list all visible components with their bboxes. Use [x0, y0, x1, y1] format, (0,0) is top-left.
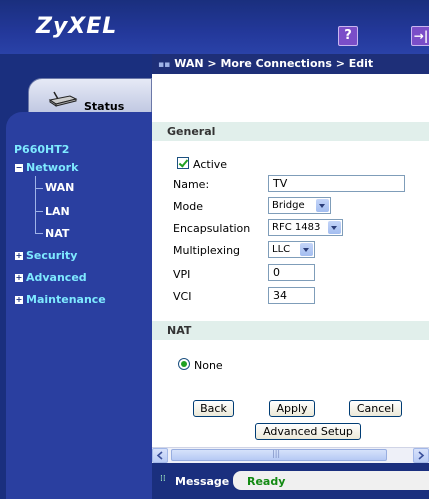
chevron-down-icon[interactable]	[328, 221, 341, 234]
vpi-label: VPI	[173, 268, 191, 281]
cancel-button[interactable]: Cancel	[349, 400, 402, 417]
logout-icon[interactable]: →|	[411, 26, 429, 46]
mode-select[interactable]: Bridge	[268, 197, 331, 214]
mode-label: Mode	[173, 200, 203, 213]
router-icon	[48, 91, 78, 107]
nat-none-label: None	[194, 359, 223, 372]
active-label: Active	[193, 158, 228, 171]
active-checkbox[interactable]	[177, 157, 189, 169]
nav-item-wan[interactable]: WAN	[45, 181, 74, 194]
back-button[interactable]: Back	[193, 400, 234, 417]
help-icon[interactable]: ?	[338, 26, 358, 46]
encapsulation-select-value: RFC 1483	[272, 222, 321, 233]
nat-none-radio[interactable]	[178, 358, 190, 370]
message-text: Ready	[247, 475, 286, 488]
scroll-right-button[interactable]	[413, 448, 429, 463]
nav-item-advanced[interactable]: + Advanced	[15, 271, 87, 284]
breadcrumb-text: WAN > More Connections > Edit	[174, 57, 374, 70]
collapse-icon[interactable]: −	[15, 164, 23, 172]
message-label: Message	[175, 475, 230, 488]
vpi-field[interactable]: 0	[268, 264, 315, 281]
chevron-left-icon	[156, 451, 163, 460]
message-icon: ⁞⁞	[160, 474, 166, 484]
multiplexing-select[interactable]: LLC	[268, 241, 315, 258]
multiplexing-label: Multiplexing	[173, 244, 241, 257]
nav-item-label: Security	[26, 249, 78, 262]
scroll-thumb[interactable]: |||	[171, 449, 387, 461]
tree-line	[35, 211, 43, 212]
chevron-down-icon[interactable]	[316, 199, 329, 212]
breadcrumb: ▪▪ WAN > More Connections > Edit	[158, 57, 373, 70]
section-general-header: General	[152, 122, 429, 141]
breadcrumb-icon: ▪▪	[158, 60, 171, 70]
expand-icon[interactable]: +	[15, 252, 23, 260]
advanced-setup-button[interactable]: Advanced Setup	[255, 423, 361, 440]
chevron-right-icon	[418, 451, 425, 460]
tree-line	[35, 233, 43, 234]
nav-item-network[interactable]: − Network	[15, 161, 78, 174]
encapsulation-label: Encapsulation	[173, 222, 251, 235]
nav-item-label: Maintenance	[26, 293, 106, 306]
tree-line	[35, 176, 36, 234]
device-name: P660HT2	[14, 143, 70, 156]
scroll-left-button[interactable]	[152, 448, 168, 463]
encapsulation-select[interactable]: RFC 1483	[268, 219, 343, 236]
nav-item-lan[interactable]: LAN	[45, 205, 70, 218]
expand-icon[interactable]: +	[15, 296, 23, 304]
vci-label: VCI	[173, 290, 192, 303]
nav-item-label: Advanced	[26, 271, 87, 284]
zyxel-logo: ZyXEL	[36, 14, 118, 39]
name-field[interactable]: TV	[268, 175, 405, 192]
nav-item-label: Network	[26, 161, 79, 174]
vci-field[interactable]: 34	[268, 287, 315, 304]
chevron-down-icon[interactable]	[300, 243, 313, 256]
scroll-grip-icon: |||	[272, 449, 281, 458]
nav-item-nat[interactable]: NAT	[45, 227, 69, 240]
apply-button[interactable]: Apply	[269, 400, 315, 417]
expand-icon[interactable]: +	[15, 274, 23, 282]
mode-select-value: Bridge	[272, 200, 305, 211]
section-nat-header: NAT	[152, 321, 429, 340]
name-label: Name:	[173, 178, 210, 191]
nav-item-maintenance[interactable]: + Maintenance	[15, 293, 106, 306]
multiplexing-select-value: LLC	[272, 244, 291, 255]
nav-item-security[interactable]: + Security	[15, 249, 77, 262]
tree-line	[35, 188, 43, 189]
